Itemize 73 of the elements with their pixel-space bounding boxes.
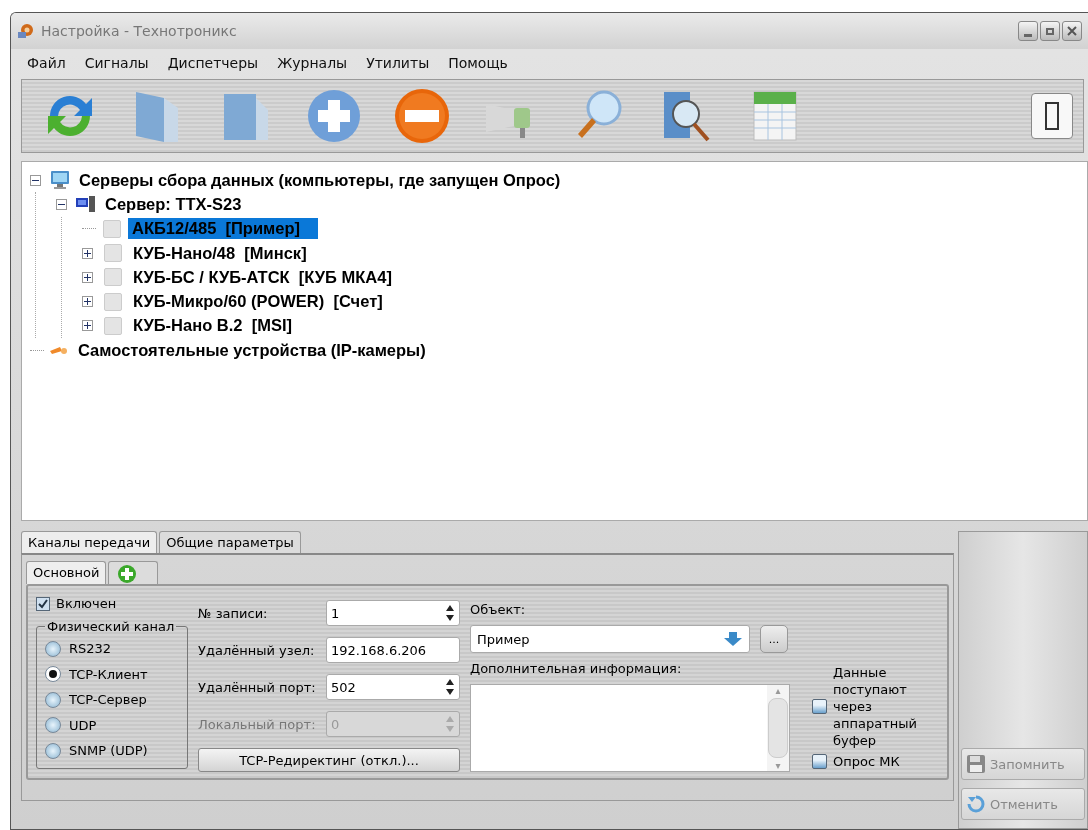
radio-label: UDP (69, 717, 97, 733)
radio-label: TCP-Сервер (69, 692, 147, 708)
checkbox[interactable] (812, 754, 827, 769)
collapse-icon[interactable] (56, 198, 67, 210)
enabled-checkbox[interactable]: Включен (36, 596, 188, 611)
menu-item[interactable]: Файл (27, 55, 66, 71)
spin-field[interactable]: 1 (326, 600, 460, 626)
toggle-switch-icon[interactable] (1031, 93, 1073, 139)
remove-icon[interactable] (392, 86, 452, 146)
checkbox[interactable] (812, 699, 827, 714)
object-label: Объект: (470, 602, 527, 617)
camera-icon (50, 345, 67, 355)
menu-item[interactable]: Утилиты (366, 55, 430, 71)
device-icon (103, 219, 121, 238)
redirect-button[interactable]: TCP-Редиректинг (откл.)... (198, 748, 460, 772)
group-title: Физический канал (46, 619, 176, 634)
dropdown-arrow-icon[interactable] (723, 631, 743, 647)
expand-icon[interactable] (82, 320, 93, 332)
tree-item[interactable]: Самостоятельные устройства (IP-камеры) (74, 339, 430, 361)
expand-icon[interactable] (82, 271, 93, 283)
field-label: Локальный порт: (198, 716, 316, 732)
radio-button[interactable] (45, 640, 61, 657)
browse-button[interactable]: ... (760, 625, 788, 653)
tree-item[interactable]: КУБ-Нано B.2 [MSI] (129, 315, 296, 337)
expand-icon[interactable] (82, 247, 93, 259)
radio-label: TCP-Клиент (69, 666, 148, 682)
expand-icon[interactable] (82, 296, 93, 308)
option-label: Опрос МК (833, 753, 900, 770)
window-title: Настройка - Технотроникс (41, 23, 237, 39)
maximize-icon[interactable] (1040, 21, 1060, 41)
input-field[interactable]: 192.168.6.206 (326, 637, 460, 663)
radio-label: RS232 (69, 641, 112, 657)
tree-item[interactable]: КУБ-Микро/60 (POWER) [Счет] (129, 291, 387, 313)
checkbox[interactable] (36, 596, 50, 611)
add-icon (117, 564, 138, 584)
menu-item[interactable]: Помощь (448, 55, 508, 71)
device-icon (104, 292, 122, 311)
spin-arrows-icon[interactable] (445, 677, 455, 697)
field-label: № записи: (198, 605, 268, 621)
device-icon (104, 244, 122, 263)
minimize-icon[interactable] (1018, 21, 1038, 41)
monitor-icon (49, 170, 71, 191)
field-label: Удалённый узел: (198, 642, 315, 658)
undo-icon (966, 794, 986, 814)
field-label: Удалённый порт: (198, 679, 316, 695)
spin-arrows-icon[interactable] (445, 603, 455, 623)
device-icon (104, 316, 122, 335)
option-label: Данные поступают через аппаратный буфер (833, 664, 918, 749)
tree-item[interactable]: КУБ-БС / КУБ-АТСК [КУБ МКА4] (129, 266, 396, 288)
add-tab[interactable] (108, 561, 159, 584)
radio-label: SNMP (UDP) (69, 743, 148, 759)
radio-button[interactable] (45, 717, 61, 734)
object-dropdown[interactable]: Пример (470, 625, 750, 653)
tab[interactable]: Каналы передачи (21, 531, 158, 553)
radio-button[interactable] (45, 666, 61, 683)
menu-item[interactable]: Сигналы (84, 55, 149, 71)
tree-item[interactable]: АКБ12/485 [Пример] (128, 218, 318, 240)
menu-item[interactable]: Журналы (277, 55, 348, 71)
tab[interactable]: Общие параметры (159, 531, 301, 553)
spin-field[interactable]: 502 (326, 674, 460, 700)
gear-icon (17, 22, 35, 40)
info-label: Дополнительная информация: (470, 661, 683, 676)
device-icon (104, 268, 122, 287)
close-icon[interactable] (1062, 21, 1082, 41)
radio-button[interactable] (45, 742, 61, 759)
radio-button[interactable] (45, 691, 61, 708)
tree-item[interactable]: Серверы сбора данных (компьютеры, где запущен Опрос) (75, 169, 565, 191)
tree-item[interactable]: КУБ-Нано/48 [Минск] (129, 242, 311, 264)
collapse-icon[interactable] (30, 174, 41, 186)
server-icon (75, 194, 97, 215)
tab[interactable]: Основной (26, 561, 107, 584)
tree-item[interactable]: Сервер: TTX-S23 (101, 193, 246, 215)
menu-item[interactable]: Диспетчеры (167, 55, 259, 71)
